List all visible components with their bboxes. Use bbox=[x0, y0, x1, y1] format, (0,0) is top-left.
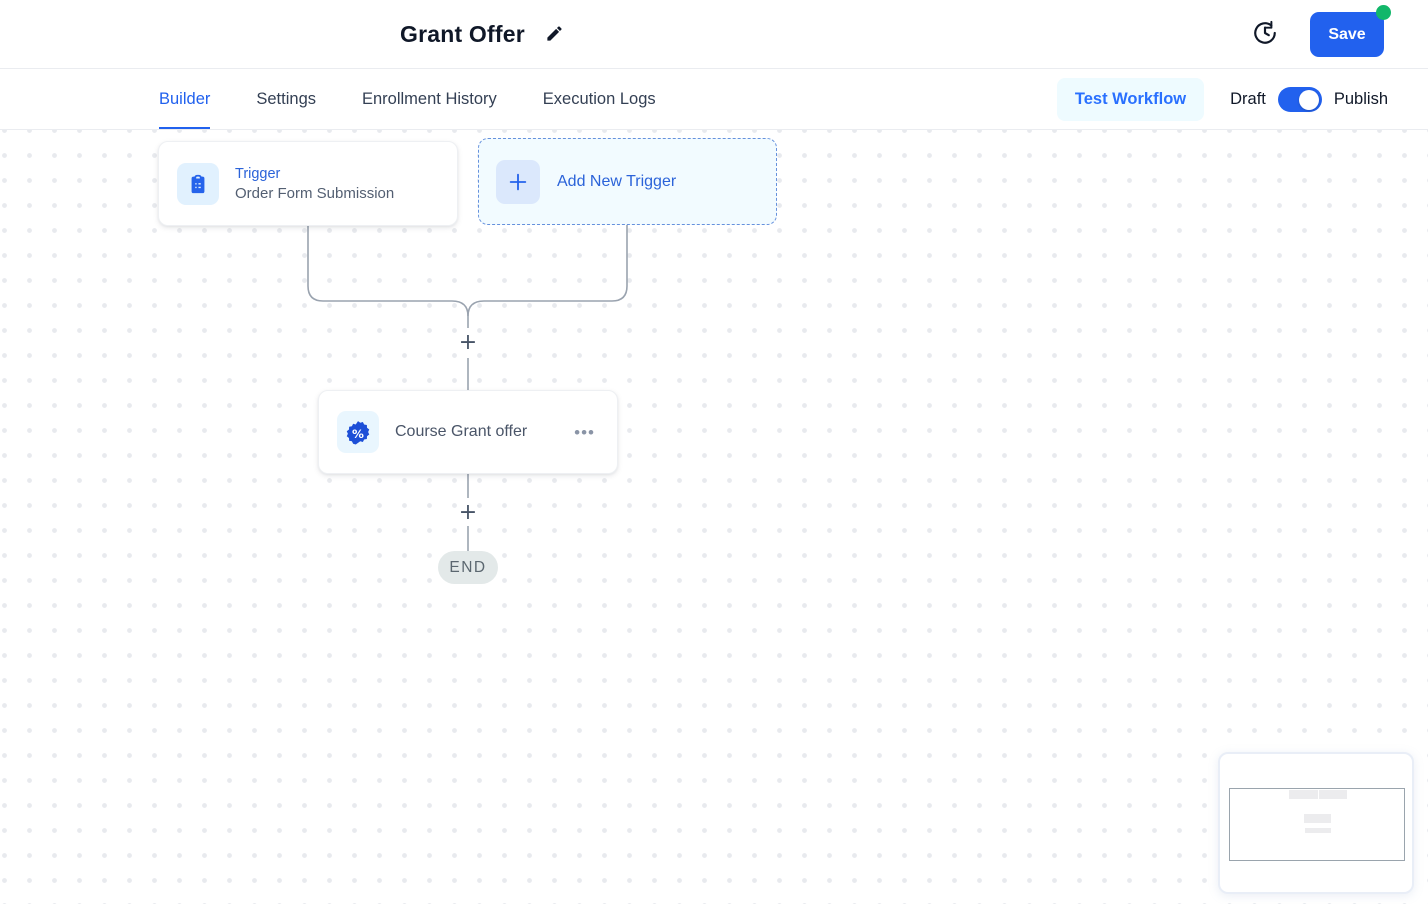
end-node: END bbox=[438, 551, 498, 584]
workflow-title-group: Grant Offer bbox=[400, 0, 564, 69]
action-node-label: Course Grant offer bbox=[395, 423, 528, 440]
clock-history-icon bbox=[1252, 20, 1278, 49]
tab-settings[interactable]: Settings bbox=[256, 69, 316, 129]
tab-enrollment-history[interactable]: Enrollment History bbox=[362, 69, 497, 129]
add-new-trigger-button[interactable]: Add New Trigger bbox=[478, 138, 777, 225]
add-action-button-2[interactable]: + bbox=[455, 500, 481, 526]
unsaved-changes-badge bbox=[1376, 5, 1391, 20]
minimap-node-add-trigger bbox=[1319, 790, 1347, 799]
minimap-node-trigger bbox=[1289, 790, 1318, 799]
header-actions: Save bbox=[1252, 0, 1391, 69]
publish-toggle-group: Draft Publish bbox=[1230, 87, 1388, 112]
top-header: Grant Offer Save bbox=[0, 0, 1428, 69]
canvas-minimap[interactable] bbox=[1218, 752, 1414, 894]
action-node-menu-button[interactable]: ••• bbox=[570, 420, 599, 445]
action-node-course-grant-offer[interactable]: % Course Grant offer ••• bbox=[318, 390, 618, 474]
discount-badge-icon: % bbox=[337, 411, 379, 453]
toggle-knob bbox=[1298, 89, 1319, 110]
trigger-node[interactable]: Trigger Order Form Submission bbox=[158, 141, 458, 226]
trigger-node-title: Trigger bbox=[235, 165, 281, 182]
add-action-button-1[interactable]: + bbox=[455, 330, 481, 356]
save-button[interactable]: Save bbox=[1310, 12, 1384, 57]
tab-execution-logs[interactable]: Execution Logs bbox=[543, 69, 656, 129]
minimap-node-action bbox=[1304, 814, 1331, 823]
minimap-viewport[interactable] bbox=[1229, 788, 1405, 861]
plus-icon bbox=[496, 159, 540, 204]
version-history-button[interactable] bbox=[1252, 20, 1278, 49]
rename-workflow-button[interactable] bbox=[545, 24, 564, 46]
publish-toggle[interactable] bbox=[1277, 87, 1322, 112]
add-new-trigger-label: Add New Trigger bbox=[557, 172, 677, 190]
tab-builder[interactable]: Builder bbox=[159, 69, 211, 129]
tabs: Builder Settings Enrollment History Exec… bbox=[159, 69, 656, 129]
test-workflow-button[interactable]: Test Workflow bbox=[1056, 78, 1205, 121]
publish-label: Publish bbox=[1333, 90, 1388, 108]
svg-text:%: % bbox=[352, 427, 364, 441]
trigger-node-subtitle: Order Form Submission bbox=[235, 184, 395, 202]
tabbar-actions: Test Workflow Draft Publish bbox=[1056, 69, 1388, 130]
clipboard-icon bbox=[177, 162, 219, 205]
page-title: Grant Offer bbox=[400, 21, 525, 47]
minimap-node-end bbox=[1305, 828, 1331, 833]
workflow-tabbar: Builder Settings Enrollment History Exec… bbox=[0, 69, 1428, 130]
draft-label: Draft bbox=[1230, 90, 1266, 108]
pencil-icon bbox=[545, 24, 564, 46]
connector-lines bbox=[307, 225, 628, 554]
workflow-canvas[interactable]: Trigger Order Form Submission Add New Tr… bbox=[0, 130, 1428, 904]
